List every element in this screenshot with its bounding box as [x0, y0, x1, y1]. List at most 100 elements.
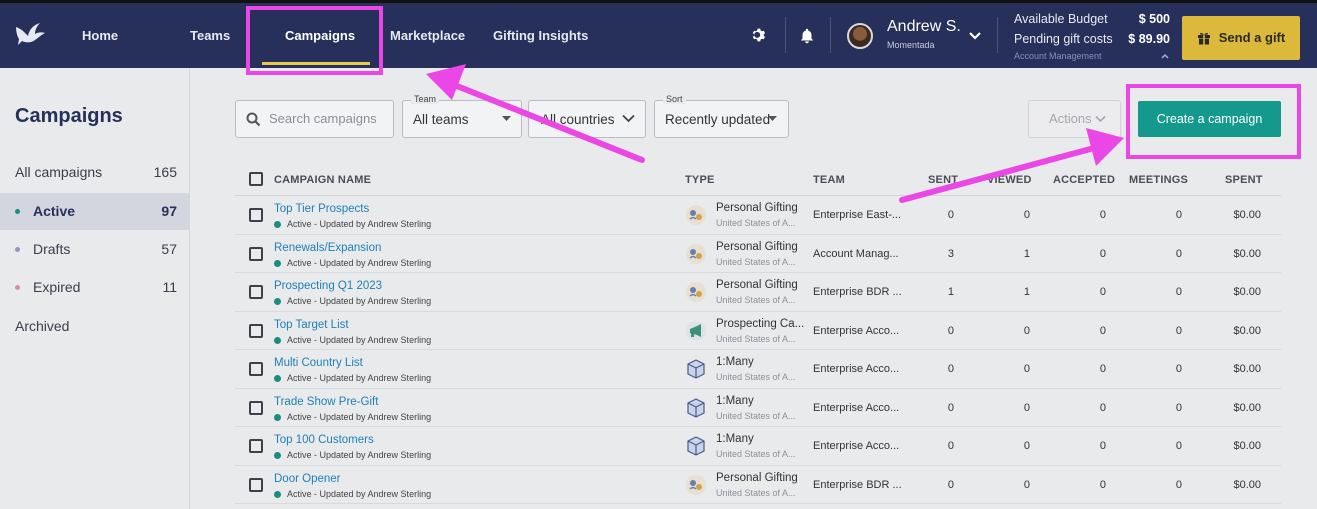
row-checkbox[interactable] [249, 323, 263, 338]
column-team[interactable]: TEAM [813, 174, 845, 186]
create-campaign-highlight-box [1126, 84, 1301, 159]
campaign-status-text: Active - Updated by Andrew Sterling [287, 296, 432, 306]
sidebar-item-count: 57 [161, 241, 177, 257]
campaign-name-link[interactable]: Prospecting Q1 2023 [274, 280, 382, 292]
campaign-type: Personal Gifting [716, 471, 798, 484]
cell-spent: $0.00 [1233, 363, 1261, 375]
campaign-country: United States of A... [716, 372, 796, 382]
send-gift-button[interactable]: Send a gift [1182, 16, 1300, 60]
status-dot [274, 259, 281, 267]
campaign-status-text: Active - Updated by Andrew Sterling [287, 373, 432, 383]
campaign-name-link[interactable]: Renewals/Expansion [274, 242, 381, 254]
campaign-name-link[interactable]: Trade Show Pre-Gift [274, 396, 378, 408]
search-input[interactable] [269, 111, 387, 126]
sort-select-value: Recently updated [665, 112, 771, 127]
campaign-team: Enterprise BDR ... [813, 478, 902, 491]
cell-sent: 0 [947, 478, 954, 491]
sidebar-item-archived[interactable]: Archived [0, 308, 190, 345]
status-dot [274, 452, 281, 459]
nav-gifting-insights[interactable]: Gifting Insights [493, 3, 588, 68]
row-checkbox[interactable] [249, 362, 263, 376]
caret-down-icon [502, 116, 511, 121]
table-row[interactable]: Trade Show Pre-Gift Active - Updated by A… [235, 389, 1281, 427]
table-row[interactable]: Prospecting Q1 2023 Active - Updated by A… [235, 273, 1281, 312]
campaign-name-link[interactable]: Top Tier Prospects [274, 203, 369, 215]
column-spent[interactable]: SPENT [1225, 174, 1263, 186]
account-management-link[interactable]: Account Management [1014, 51, 1102, 61]
row-checkbox[interactable] [249, 400, 263, 415]
sidebar-item-count: 11 [162, 279, 177, 295]
sidebar-item-count: 165 [153, 164, 177, 180]
cell-accepted: 0 [1099, 440, 1106, 452]
row-checkbox[interactable] [249, 208, 263, 222]
actions-dropdown[interactable]: Actions [1028, 100, 1121, 138]
select-all-checkbox[interactable] [249, 172, 263, 186]
campaign-name-link[interactable]: Door Opener [274, 473, 340, 485]
campaign-name-link[interactable]: Multi Country List [274, 357, 363, 369]
status-dot [274, 221, 281, 228]
column-viewed[interactable]: VIEWED [987, 174, 1032, 186]
campaign-country: United States of A... [716, 410, 796, 421]
campaign-status-text: Active - Updated by Andrew Sterling [287, 488, 432, 499]
chevron-down-icon[interactable] [969, 31, 981, 41]
sidebar-item-all-campaigns[interactable]: All campaigns 165 [0, 154, 190, 191]
table-row[interactable]: Top Target List Active - Updated by Andre… [235, 312, 1281, 350]
campaign-name-link[interactable]: Top Target List [274, 319, 349, 331]
actions-label: Actions [1049, 111, 1092, 126]
table-row[interactable]: Top Tier Prospects Active - Updated by An… [235, 196, 1281, 235]
nav-home[interactable]: Home [82, 3, 118, 68]
campaign-status: Active - Updated by Andrew Sterling [274, 489, 431, 499]
table-row[interactable]: Door Opener Active - Updated by Andrew St… [235, 466, 1281, 504]
column-type[interactable]: TYPE [685, 174, 715, 186]
campaign-status: Active - Updated by Andrew Sterling [274, 412, 431, 422]
table-row[interactable]: Top 100 Customers Active - Updated by And… [235, 427, 1281, 466]
campaign-status-text: Active - Updated by Andrew Sterling [287, 450, 432, 460]
personal-gifting-icon [685, 204, 707, 226]
caret-up-icon[interactable] [1161, 53, 1169, 59]
country-select[interactable]: All countries [528, 100, 646, 138]
campaign-type: 1:Many [716, 356, 754, 368]
campaign-name-link[interactable]: Top 100 Customers [274, 434, 374, 446]
row-checkbox[interactable] [249, 285, 263, 299]
available-budget-label: Available Budget [1014, 12, 1108, 26]
sidebar-item-expired[interactable]: Expired 11 [0, 269, 190, 306]
sidebar-item-label: Drafts [33, 241, 71, 257]
team-select[interactable]: Team All teams [402, 94, 522, 138]
sidebar-item-drafts[interactable]: Drafts 57 [0, 231, 190, 268]
user-org: Momentada [887, 40, 935, 50]
search-box[interactable] [235, 100, 394, 138]
campaign-country: United States of A... [716, 449, 796, 459]
row-checkbox[interactable] [249, 439, 263, 453]
column-accepted[interactable]: ACCEPTED [1053, 174, 1115, 186]
row-checkbox[interactable] [249, 246, 263, 261]
nav-divider [830, 17, 831, 53]
gear-icon[interactable] [750, 27, 768, 45]
bell-icon[interactable] [798, 27, 816, 45]
user-avatar[interactable] [847, 23, 873, 49]
cell-meetings: 0 [1175, 401, 1182, 414]
nav-marketplace[interactable]: Marketplace [390, 3, 465, 68]
country-select-value: All countries [541, 112, 615, 127]
row-checkbox[interactable] [249, 477, 263, 492]
column-meetings[interactable]: MEETINGS [1129, 174, 1188, 186]
personal-gifting-icon [685, 474, 707, 496]
cell-sent: 3 [947, 247, 954, 260]
user-name[interactable]: Andrew S. [887, 18, 961, 36]
cell-accepted: 0 [1099, 324, 1106, 337]
column-sent[interactable]: SENT [928, 174, 958, 186]
sidebar-item-count: 97 [161, 203, 177, 219]
campaign-status: Active - Updated by Andrew Sterling [274, 373, 431, 383]
status-dot [274, 336, 281, 344]
cell-sent: 0 [947, 401, 954, 414]
sort-select[interactable]: Sort Recently updated [654, 94, 789, 138]
table-row[interactable]: Multi Country List Active - Updated by An… [235, 350, 1281, 389]
cell-accepted: 0 [1099, 401, 1106, 414]
status-dot [274, 490, 281, 498]
nav-teams[interactable]: Teams [190, 3, 230, 68]
cell-accepted: 0 [1099, 286, 1106, 298]
campaign-team: Enterprise Acco... [813, 324, 900, 337]
column-campaign-name[interactable]: CAMPAIGN NAME [274, 174, 371, 186]
dove-logo-icon[interactable] [14, 21, 46, 49]
table-row[interactable]: Renewals/Expansion Active - Updated by An… [235, 235, 1281, 273]
sidebar-item-active[interactable]: Active 97 [0, 193, 190, 230]
